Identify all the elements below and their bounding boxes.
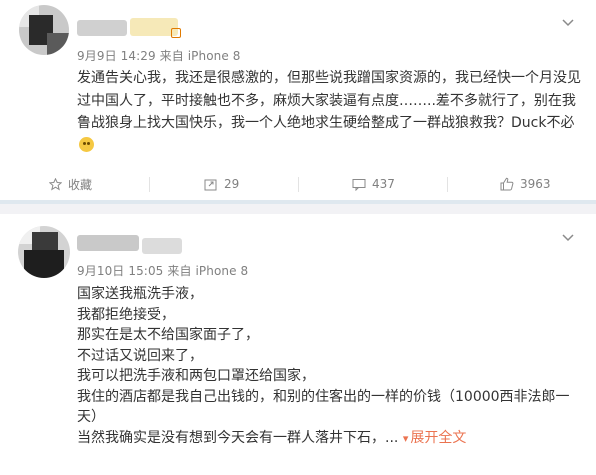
- truncated-text: 当然我确实是没有想到今天会有一群人落井下石，...: [77, 429, 399, 446]
- post-date[interactable]: 9月10日: [77, 264, 124, 278]
- comment-icon: [352, 178, 366, 191]
- post-meta: 9月9日 14:29 来自 iPhone 8: [77, 47, 241, 64]
- post-meta: 9月10日 15:05 来自 iPhone 8: [77, 262, 248, 279]
- vip-icon: [171, 28, 181, 38]
- chevron-down-icon[interactable]: [562, 231, 574, 243]
- favorite-label: 收藏: [68, 177, 93, 192]
- text-line: 不过话又说回来了，: [77, 347, 203, 364]
- post-separator: [0, 200, 596, 214]
- source-prefix: 来自: [167, 264, 192, 278]
- text-line: 我都拒绝接受，: [77, 306, 175, 323]
- divider: [447, 177, 448, 192]
- avatar[interactable]: [18, 226, 70, 278]
- post-text: 国家送我瓶洗手液， 我都拒绝接受， 那实在是太不给国家面子了， 不过话又说回来了…: [77, 284, 582, 449]
- divider: [298, 177, 299, 192]
- like-button[interactable]: 3963: [500, 166, 551, 202]
- username-redacted-extra: [142, 238, 182, 254]
- post-text: 发通告关心我，我还是很感激的，但那些说我蹭国家资源的，我已经快一个月没见过中国人…: [77, 67, 582, 158]
- forward-button[interactable]: 29: [204, 166, 239, 202]
- comment-button[interactable]: 437: [352, 166, 395, 202]
- weibo-post-1: 9月9日 14:29 来自 iPhone 8 发通告关心我，我还是很感激的，但那…: [0, 0, 596, 200]
- post-source: iPhone 8: [187, 49, 241, 63]
- post-source: iPhone 8: [195, 264, 249, 278]
- post-time[interactable]: 14:29: [121, 49, 156, 63]
- chevron-down-icon[interactable]: [562, 16, 574, 28]
- text-line: 国家送我瓶洗手液，: [77, 286, 203, 302]
- like-count: 3963: [520, 177, 551, 191]
- text-line-last: 当然我确实是没有想到今天会有一群人落井下石，... ▾ 展开全文: [77, 428, 582, 450]
- forward-count: 29: [224, 177, 240, 191]
- text-line: 我可以把洗手液和两包口罩还给国家，: [77, 368, 315, 384]
- post-time[interactable]: 15:05: [128, 264, 163, 278]
- text-line: 我住的酒店都是我自己出钱的，和别的住客出的一样的价钱（10000西非法郎一天）: [77, 388, 570, 426]
- action-bar: 收藏 29 437 3963: [0, 166, 596, 202]
- source-prefix: 来自: [159, 49, 184, 63]
- thumbs-up-icon: [500, 177, 514, 191]
- expand-arrow-icon[interactable]: ▾: [403, 432, 409, 445]
- text-line: 那实在是太不给国家面子了，: [77, 327, 259, 343]
- username-redacted[interactable]: [77, 20, 127, 36]
- post-body: 发通告关心我，我还是很感激的，但那些说我蹭国家资源的，我已经快一个月没见过中国人…: [77, 70, 581, 131]
- favorite-button[interactable]: 收藏: [49, 166, 92, 202]
- star-icon: [49, 177, 62, 190]
- username-redacted[interactable]: [77, 235, 139, 251]
- post-date[interactable]: 9月9日: [77, 49, 117, 63]
- divider: [149, 177, 150, 192]
- comment-count: 437: [372, 177, 395, 191]
- avatar[interactable]: [19, 5, 69, 55]
- forward-icon: [204, 179, 217, 190]
- doge-emoji-icon: [79, 136, 94, 152]
- expand-full-text-link[interactable]: 展开全文: [410, 430, 466, 446]
